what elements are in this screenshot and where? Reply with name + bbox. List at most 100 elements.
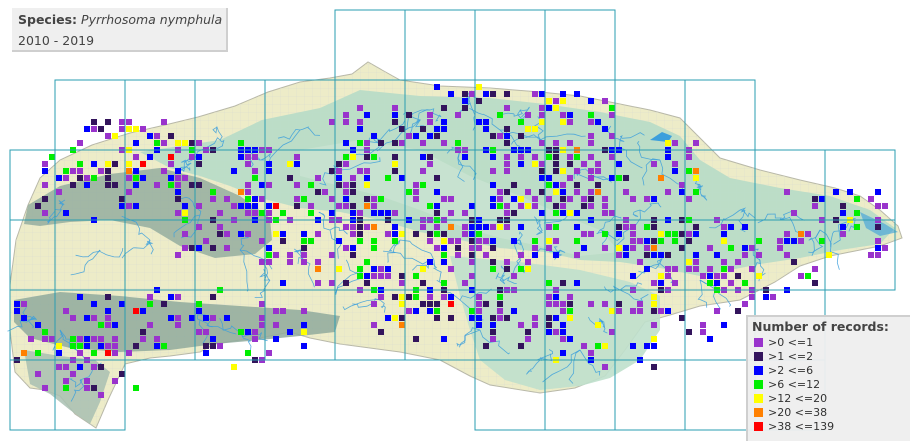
record-square — [693, 224, 699, 230]
record-square — [609, 175, 615, 181]
record-square — [791, 210, 797, 216]
record-square — [175, 196, 181, 202]
record-square — [518, 133, 524, 139]
record-square — [511, 238, 517, 244]
record-square — [91, 161, 97, 167]
record-square — [644, 252, 650, 258]
record-square — [595, 119, 601, 125]
record-square — [161, 343, 167, 349]
record-square — [497, 294, 503, 300]
record-square — [805, 273, 811, 279]
record-square — [595, 182, 601, 188]
record-square — [588, 168, 594, 174]
record-square — [427, 112, 433, 118]
record-square — [553, 224, 559, 230]
record-square — [294, 154, 300, 160]
record-square — [336, 168, 342, 174]
record-square — [504, 133, 510, 139]
record-square — [168, 154, 174, 160]
record-square — [112, 350, 118, 356]
record-square — [175, 175, 181, 181]
record-square — [434, 245, 440, 251]
record-square — [238, 231, 244, 237]
record-square — [567, 196, 573, 202]
record-square — [210, 245, 216, 251]
record-square — [546, 105, 552, 111]
record-square — [371, 210, 377, 216]
record-square — [546, 224, 552, 230]
record-square — [553, 238, 559, 244]
legend-swatch — [754, 408, 763, 417]
record-square — [364, 224, 370, 230]
record-square — [413, 294, 419, 300]
record-square — [224, 231, 230, 237]
record-square — [469, 245, 475, 251]
record-square — [630, 308, 636, 314]
record-square — [14, 308, 20, 314]
record-square — [301, 343, 307, 349]
record-square — [588, 112, 594, 118]
record-square — [343, 196, 349, 202]
record-square — [392, 168, 398, 174]
record-square — [84, 343, 90, 349]
record-square — [819, 238, 825, 244]
record-square — [728, 280, 734, 286]
record-square — [763, 294, 769, 300]
record-square — [504, 266, 510, 272]
record-square — [672, 168, 678, 174]
record-square — [315, 175, 321, 181]
record-square — [434, 210, 440, 216]
record-square — [623, 175, 629, 181]
record-square — [91, 175, 97, 181]
record-square — [714, 252, 720, 258]
record-square — [343, 182, 349, 188]
record-square — [581, 231, 587, 237]
record-square — [735, 273, 741, 279]
record-square — [42, 385, 48, 391]
record-square — [497, 133, 503, 139]
record-square — [238, 140, 244, 146]
record-square — [469, 315, 475, 321]
record-square — [224, 245, 230, 251]
record-square — [567, 119, 573, 125]
record-square — [567, 294, 573, 300]
record-square — [721, 231, 727, 237]
record-square — [539, 168, 545, 174]
record-square — [679, 245, 685, 251]
record-square — [196, 140, 202, 146]
record-square — [504, 140, 510, 146]
record-square — [189, 245, 195, 251]
record-square — [714, 273, 720, 279]
record-square — [665, 308, 671, 314]
record-square — [84, 126, 90, 132]
record-square — [574, 91, 580, 97]
record-square — [448, 196, 454, 202]
legend-label: >2 <=6 — [768, 364, 814, 377]
record-square — [371, 273, 377, 279]
record-square — [560, 119, 566, 125]
legend-label: >20 <=38 — [768, 406, 828, 419]
record-square — [378, 294, 384, 300]
record-square — [539, 112, 545, 118]
record-square — [140, 308, 146, 314]
record-square — [658, 252, 664, 258]
record-square — [455, 238, 461, 244]
record-square — [616, 252, 622, 258]
record-square — [448, 301, 454, 307]
record-square — [252, 175, 258, 181]
record-square — [658, 175, 664, 181]
record-square — [504, 224, 510, 230]
record-square — [98, 364, 104, 370]
record-square — [112, 336, 118, 342]
species-info-panel: Species: Pyrrhosoma nymphula 2010 - 2019 — [12, 8, 228, 52]
record-square — [427, 161, 433, 167]
record-square — [476, 98, 482, 104]
record-square — [553, 252, 559, 258]
record-square — [567, 140, 573, 146]
record-square — [427, 133, 433, 139]
record-square — [357, 119, 363, 125]
record-square — [308, 210, 314, 216]
record-square — [182, 231, 188, 237]
record-square — [483, 238, 489, 244]
record-square — [119, 196, 125, 202]
